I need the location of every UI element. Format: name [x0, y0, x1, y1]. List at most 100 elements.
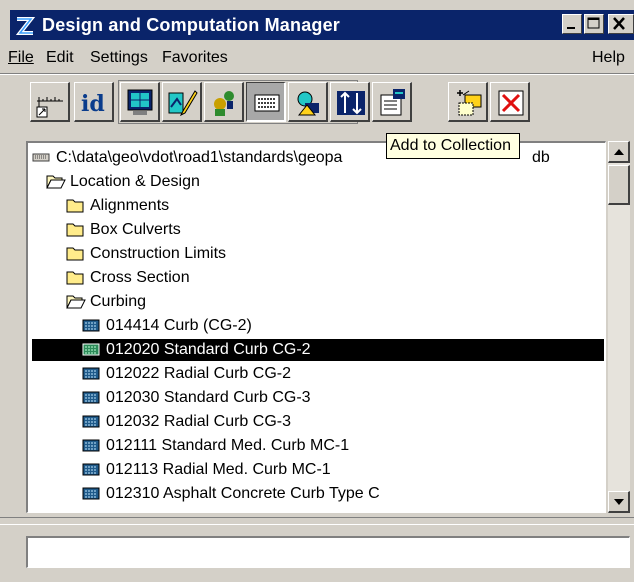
open-folder-icon [66, 293, 86, 309]
display-icon [127, 89, 153, 115]
shapes-icon [297, 91, 319, 116]
tree-root-path-tail: db [532, 149, 550, 166]
tree-folder-box-culverts[interactable]: Box Culverts [66, 219, 366, 241]
pencil-button[interactable] [162, 82, 202, 122]
delete-icon [498, 90, 524, 116]
menu-file[interactable]: File [8, 49, 34, 67]
shapes-button[interactable] [288, 82, 328, 122]
arrow-up-icon [614, 149, 624, 155]
scroll-up-button[interactable] [608, 141, 630, 163]
tree-item[interactable]: 012030 Standard Curb CG-3 [82, 387, 382, 409]
tree-item-label: 012030 Standard Curb CG-3 [106, 389, 311, 406]
dcm-window: Design and Computation Manager File Edit… [0, 0, 634, 582]
tree-folder-label: Box Culverts [90, 221, 181, 238]
people-icon [214, 91, 234, 116]
title-bar: Design and Computation Manager [10, 10, 634, 40]
tree-folder-alignments[interactable]: Alignments [66, 195, 366, 217]
tree-item-label: 014414 Curb (CG-2) [106, 317, 252, 334]
add-to-collection-icon [380, 89, 405, 116]
id-button[interactable]: id [74, 82, 114, 122]
minimize-button[interactable] [562, 14, 582, 34]
tree-folder-label: Curbing [90, 293, 147, 310]
maximize-button[interactable] [584, 14, 604, 34]
tree-item[interactable]: 012022 Radial Curb CG-2 [82, 363, 382, 385]
tree-folder-label: Construction Limits [90, 245, 227, 262]
keypad-item-icon [82, 365, 100, 381]
tree-item[interactable]: 012111 Standard Med. Curb MC-1 [82, 435, 422, 457]
tree-item[interactable]: 012032 Radial Curb CG-3 [82, 411, 382, 433]
tree-folder-label: Location & Design [70, 173, 200, 190]
arrow-down-icon [614, 499, 624, 505]
tree-item-selected[interactable]: 012020 Standard Curb CG-2 [32, 339, 604, 361]
folder-icon [66, 245, 84, 261]
ruler-button[interactable] [30, 82, 70, 122]
tree-folder-label: Alignments [90, 197, 170, 214]
keypad-item-icon [82, 437, 100, 453]
menu-separator [0, 73, 634, 75]
id-icon: id [81, 91, 105, 117]
scroll-thumb[interactable] [608, 165, 630, 205]
tree-item[interactable]: 014414 Curb (CG-2) [82, 315, 382, 337]
menu-help-label: Help [592, 49, 625, 66]
status-field [26, 536, 630, 568]
keypad-button[interactable] [246, 82, 286, 122]
folder-icon [66, 221, 84, 237]
menu-favorites-label: Favorites [162, 49, 228, 66]
tree-item-label: 012022 Radial Curb CG-2 [106, 365, 291, 382]
people-button[interactable] [204, 82, 244, 122]
ruler-icon [36, 97, 63, 118]
maximize-icon [587, 17, 600, 29]
scroll-down-button[interactable] [608, 491, 630, 513]
tree-view[interactable]: C:\data\geo\vdot\road1\standards\geopa d… [26, 141, 606, 513]
tree-folder-curbing[interactable]: Curbing [66, 291, 366, 313]
keypad-icon [254, 94, 280, 112]
keypad-item-icon [82, 389, 100, 405]
open-folder-icon [46, 173, 66, 189]
new-item-icon [457, 90, 482, 116]
dcm-logo-icon[interactable] [14, 15, 36, 37]
display-button[interactable] [120, 82, 160, 122]
folder-icon [66, 269, 84, 285]
tree-scrollbar[interactable] [608, 141, 630, 513]
keypad-item-icon [82, 317, 100, 333]
pane-splitter[interactable] [0, 517, 634, 525]
toggle-button[interactable] [330, 82, 370, 122]
tree-folder-label: Cross Section [90, 269, 190, 286]
tree-item[interactable]: 012310 Asphalt Concrete Curb Type C [82, 483, 482, 505]
delete-button[interactable] [490, 82, 530, 122]
keypad-item-icon [82, 341, 100, 357]
tree-item-label: 012310 Asphalt Concrete Curb Type C [106, 485, 380, 502]
menu-edit[interactable]: Edit [46, 49, 74, 67]
menu-edit-label: Edit [46, 49, 74, 66]
keypad-item-icon [82, 485, 100, 501]
close-button[interactable] [608, 14, 634, 34]
tree-folder-location-design[interactable]: Location & Design [46, 171, 346, 193]
tree-folder-cross-section[interactable]: Cross Section [66, 267, 366, 289]
tree-item-label: 012113 Radial Med. Curb MC-1 [106, 461, 331, 478]
tree-folder-construction-limits[interactable]: Construction Limits [66, 243, 366, 265]
menu-favorites[interactable]: Favorites [162, 49, 228, 67]
tree-item-label: 012111 Standard Med. Curb MC-1 [106, 437, 350, 454]
tree-item-label: 012032 Radial Curb CG-3 [106, 413, 291, 430]
menu-help[interactable]: Help [592, 49, 625, 67]
tree-item[interactable]: 012113 Radial Med. Curb MC-1 [82, 459, 422, 481]
database-icon [32, 149, 50, 165]
toolbar-tooltip: Add to Collection [386, 133, 520, 159]
new-item-button[interactable] [448, 82, 488, 122]
tree-root-path-label: C:\data\geo\vdot\road1\standards\geopa [56, 149, 343, 166]
close-icon [613, 17, 625, 30]
toggle-icon [337, 91, 365, 115]
menu-settings-label: Settings [90, 49, 148, 66]
pencil-icon [168, 90, 198, 117]
svg-text:id: id [81, 91, 105, 117]
menu-settings[interactable]: Settings [90, 49, 148, 67]
folder-icon [66, 197, 84, 213]
window-title: Design and Computation Manager [42, 15, 341, 35]
minimize-icon [567, 27, 575, 29]
tree-item-label: 012020 Standard Curb CG-2 [104, 339, 313, 361]
menu-bar: File Edit Settings Favorites Help [0, 44, 634, 72]
menu-file-label: File [8, 49, 34, 66]
keypad-item-icon [82, 413, 100, 429]
keypad-item-icon [82, 461, 100, 477]
add-to-collection-button[interactable] [372, 82, 412, 122]
